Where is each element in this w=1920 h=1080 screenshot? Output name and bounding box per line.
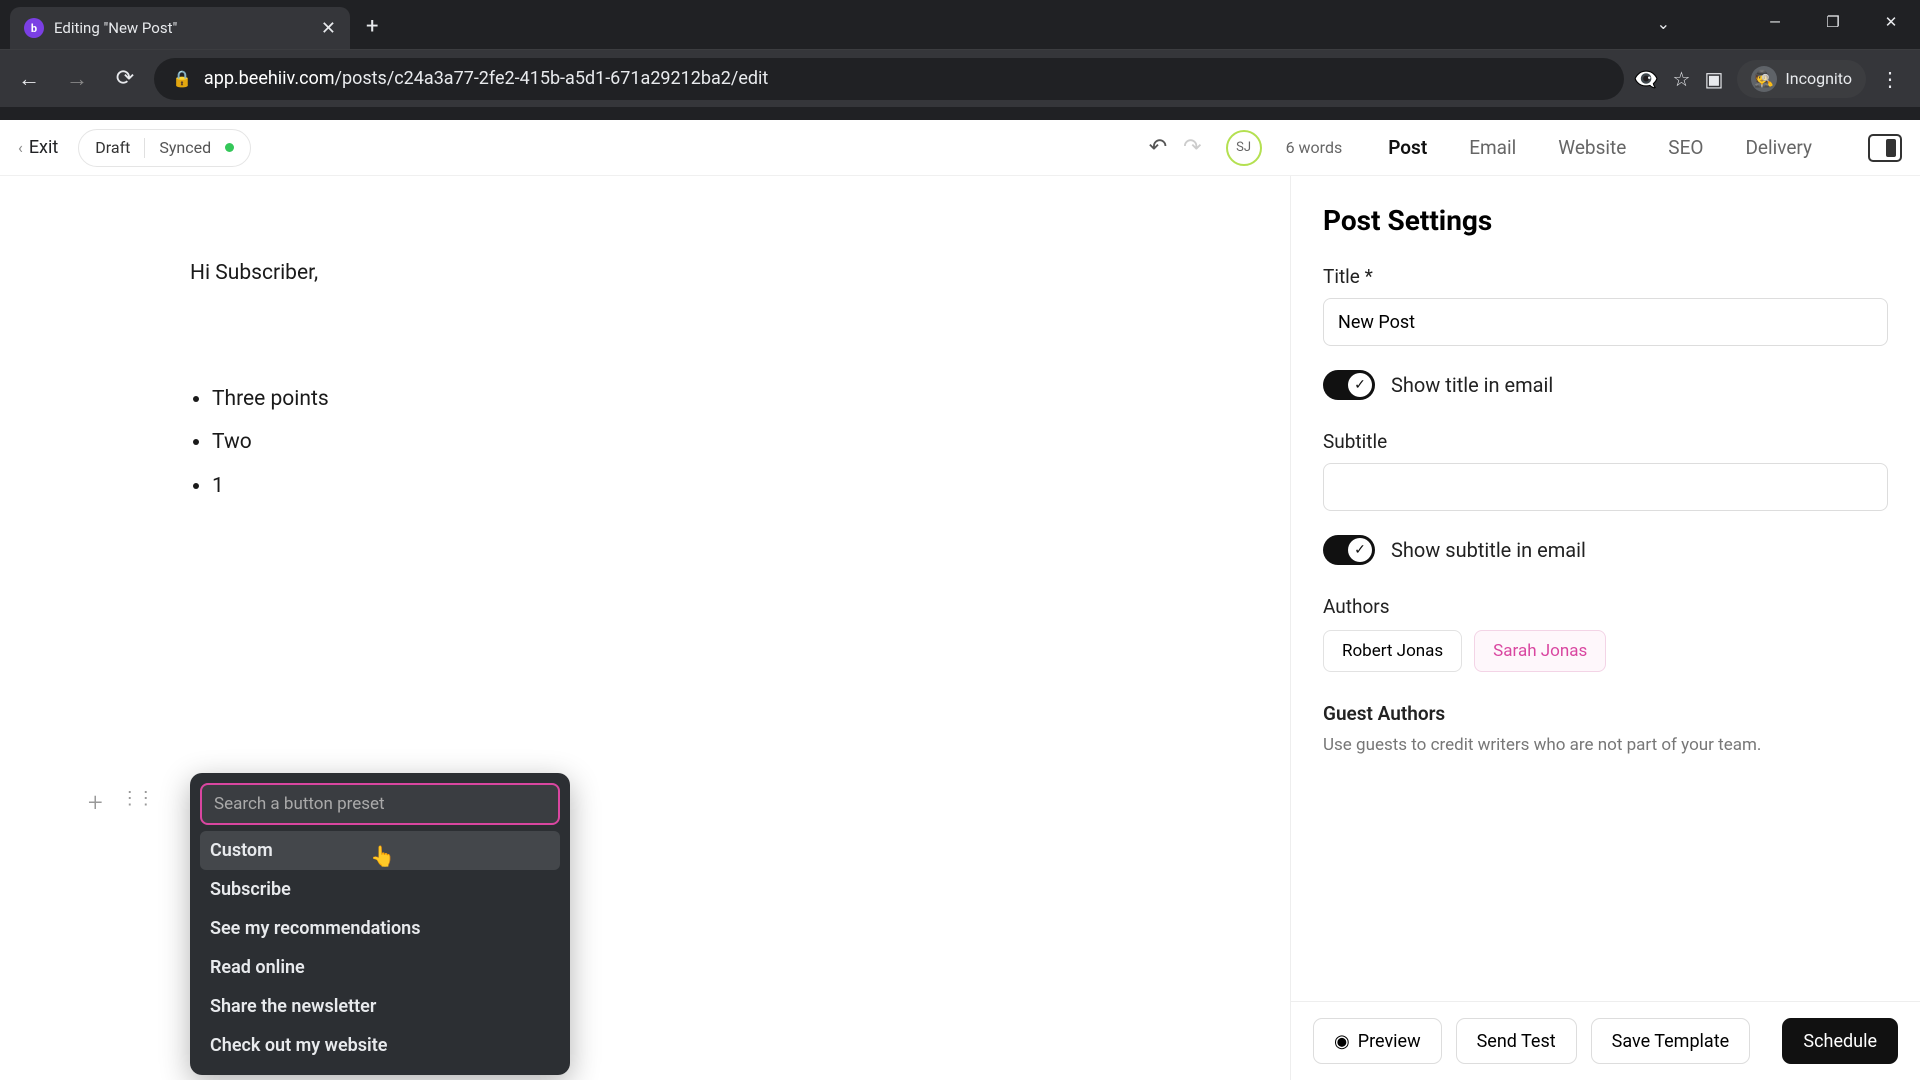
word-count: 6 words [1286, 138, 1343, 157]
bullet-list[interactable]: Three points Two 1 [190, 382, 1040, 505]
subtitle-label: Subtitle [1323, 430, 1888, 453]
incognito-label: Incognito [1785, 69, 1852, 88]
window-controls: ― ❐ ✕ [1746, 0, 1920, 44]
subtitle-input[interactable] [1323, 463, 1888, 511]
editor-scroll[interactable]: Hi Subscriber, Three points Two 1 + ⋮⋮ C… [0, 176, 1290, 1080]
close-tab-icon[interactable]: ✕ [321, 18, 336, 39]
chevron-left-icon: ‹ [18, 138, 23, 157]
preset-option-read-online[interactable]: Read online [200, 948, 560, 987]
show-title-label: Show title in email [1391, 373, 1553, 397]
settings-tabs: Post Email Website SEO Delivery [1382, 130, 1902, 165]
settings-heading: Post Settings [1323, 204, 1888, 237]
preset-option-subscribe[interactable]: Subscribe [200, 870, 560, 909]
preset-option-recommendations[interactable]: See my recommendations [200, 909, 560, 948]
preset-search-input[interactable] [200, 783, 560, 825]
star-icon[interactable]: ☆ [1673, 67, 1691, 91]
browser-chrome: b Editing "New Post" ✕ + ⌄ ― ❐ ✕ ← → ⟳ 🔒… [0, 0, 1920, 120]
title-label: Title * [1323, 265, 1888, 288]
preview-label: Preview [1358, 1031, 1421, 1052]
tab-delivery[interactable]: Delivery [1739, 130, 1818, 165]
incognito-icon: 🕵️ [1751, 66, 1777, 92]
new-tab-button[interactable]: + [350, 14, 394, 49]
show-title-toggle[interactable]: ✓ [1323, 370, 1375, 400]
minimize-button[interactable]: ― [1746, 13, 1804, 31]
close-window-button[interactable]: ✕ [1862, 13, 1920, 31]
drag-handle-icon[interactable]: ⋮⋮ [121, 788, 153, 818]
authors-label: Authors [1323, 595, 1888, 618]
extensions-icon[interactable]: ▣ [1704, 67, 1723, 91]
add-block-button[interactable]: + [88, 788, 103, 818]
settings-sidebar: Post Settings Title * ✓ Show title in em… [1290, 176, 1920, 1080]
button-preset-popover: Custom Subscribe See my recommendations … [190, 773, 570, 1075]
tab-website[interactable]: Website [1552, 130, 1632, 165]
check-icon: ✓ [1348, 538, 1372, 562]
browser-tab[interactable]: b Editing "New Post" ✕ [10, 7, 350, 49]
tab-email[interactable]: Email [1463, 130, 1522, 165]
draft-label: Draft [95, 138, 130, 157]
preset-option-custom[interactable]: Custom [200, 831, 560, 870]
sync-label: Synced [159, 138, 211, 157]
title-input[interactable] [1323, 298, 1888, 346]
tab-seo[interactable]: SEO [1662, 130, 1709, 165]
preset-options: Custom Subscribe See my recommendations … [200, 831, 560, 1065]
app-topbar: ‹ Exit Draft Synced ↶ ↷ SJ 6 words Post … [0, 120, 1920, 176]
settings-scroll[interactable]: Post Settings Title * ✓ Show title in em… [1291, 176, 1920, 1001]
exit-label: Exit [29, 137, 58, 158]
kebab-menu-icon[interactable]: ⋮ [1880, 67, 1900, 91]
redo-button[interactable]: ↷ [1183, 135, 1201, 160]
reload-button[interactable]: ⟳ [106, 60, 144, 98]
lock-icon: 🔒 [172, 69, 192, 88]
schedule-button[interactable]: Schedule [1782, 1018, 1898, 1064]
eye-icon: ◉ [1334, 1031, 1350, 1052]
author-chip[interactable]: Sarah Jonas [1474, 630, 1606, 672]
incognito-badge[interactable]: 🕵️ Incognito [1737, 60, 1866, 98]
undo-button[interactable]: ↶ [1149, 135, 1167, 160]
show-subtitle-label: Show subtitle in email [1391, 538, 1586, 562]
tab-post[interactable]: Post [1382, 130, 1433, 165]
addr-right: 👁️‍🗨️ ☆ ▣ 🕵️ Incognito ⋮ [1634, 60, 1910, 98]
url-text: app.beehiiv.com/posts/c24a3a77-2fe2-415b… [204, 68, 768, 89]
send-test-button[interactable]: Send Test [1456, 1018, 1577, 1064]
divider [144, 138, 145, 158]
show-title-row: ✓ Show title in email [1323, 370, 1888, 400]
list-item[interactable]: Three points [212, 382, 1040, 418]
maximize-button[interactable]: ❐ [1804, 13, 1862, 31]
undo-redo: ↶ ↷ [1149, 135, 1202, 160]
tab-bar: b Editing "New Post" ✕ + ⌄ ― ❐ ✕ [0, 0, 1920, 49]
app-body: Hi Subscriber, Three points Two 1 + ⋮⋮ C… [0, 176, 1920, 1080]
preset-option-share[interactable]: Share the newsletter [200, 987, 560, 1026]
list-item[interactable]: Two [212, 425, 1040, 461]
top-center: ↶ ↷ SJ 6 words [271, 130, 1362, 166]
show-subtitle-toggle[interactable]: ✓ [1323, 535, 1375, 565]
avatar[interactable]: SJ [1226, 130, 1262, 166]
status-pill: Draft Synced [78, 129, 251, 167]
guest-authors-help: Use guests to credit writers who are not… [1323, 735, 1888, 755]
sync-dot-icon [225, 143, 234, 152]
show-subtitle-row: ✓ Show subtitle in email [1323, 535, 1888, 565]
editor-content[interactable]: Hi Subscriber, Three points Two 1 [0, 176, 1230, 813]
sidebar-footer: ◉ Preview Send Test Save Template Schedul… [1291, 1001, 1920, 1080]
tab-overflow-icon[interactable]: ⌄ [1657, 14, 1670, 33]
forward-button[interactable]: → [58, 60, 96, 98]
check-icon: ✓ [1348, 373, 1372, 397]
eye-off-icon[interactable]: 👁️‍🗨️ [1634, 67, 1659, 91]
url-field[interactable]: 🔒 app.beehiiv.com/posts/c24a3a77-2fe2-41… [154, 58, 1624, 100]
guest-authors-label: Guest Authors [1323, 702, 1888, 725]
exit-button[interactable]: ‹ Exit [18, 137, 58, 158]
greeting-text[interactable]: Hi Subscriber, [190, 256, 1040, 292]
preset-option-website[interactable]: Check out my website [200, 1026, 560, 1065]
panel-toggle-icon[interactable] [1868, 134, 1902, 162]
authors-row: Robert Jonas Sarah Jonas [1323, 630, 1888, 672]
favicon-icon: b [24, 18, 44, 38]
author-chip[interactable]: Robert Jonas [1323, 630, 1462, 672]
list-item[interactable]: 1 [212, 469, 1040, 505]
save-template-button[interactable]: Save Template [1591, 1018, 1751, 1064]
address-bar: ← → ⟳ 🔒 app.beehiiv.com/posts/c24a3a77-2… [0, 49, 1920, 107]
app: ‹ Exit Draft Synced ↶ ↷ SJ 6 words Post … [0, 120, 1920, 1080]
tab-title: Editing "New Post" [54, 19, 311, 37]
back-button[interactable]: ← [10, 60, 48, 98]
preview-button[interactable]: ◉ Preview [1313, 1018, 1442, 1064]
block-handles: + ⋮⋮ [88, 788, 153, 818]
